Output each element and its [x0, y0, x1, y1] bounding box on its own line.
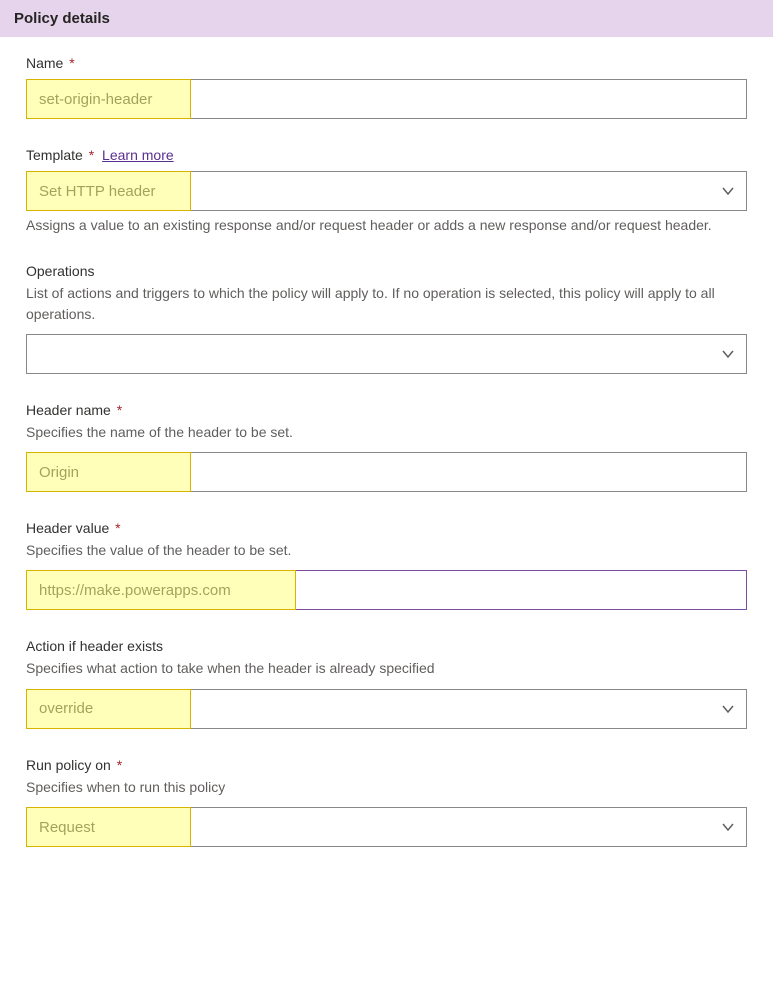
header-value-help: Specifies the value of the header to be …	[26, 540, 747, 560]
required-star: *	[69, 55, 74, 71]
action-if-exists-label: Action if header exists	[26, 638, 747, 654]
required-star: *	[117, 757, 122, 773]
header-name-help: Specifies the name of the header to be s…	[26, 422, 747, 442]
field-action-if-exists: Action if header exists Specifies what a…	[26, 638, 747, 728]
learn-more-link[interactable]: Learn more	[102, 147, 174, 163]
action-if-exists-help: Specifies what action to take when the h…	[26, 658, 747, 678]
form-body: Name * Template * Learn more Assigns a v…	[0, 37, 773, 877]
required-star: *	[117, 402, 122, 418]
operations-help: List of actions and triggers to which th…	[26, 283, 747, 324]
header-value-label: Header value *	[26, 520, 747, 536]
field-operations: Operations List of actions and triggers …	[26, 263, 747, 374]
run-policy-on-select[interactable]	[26, 807, 747, 847]
name-input[interactable]	[26, 79, 747, 119]
operations-select[interactable]	[26, 334, 747, 374]
section-title: Policy details	[14, 10, 110, 27]
operations-label: Operations	[26, 263, 747, 279]
field-header-name: Header name * Specifies the name of the …	[26, 402, 747, 492]
header-name-label: Header name *	[26, 402, 747, 418]
header-value-input[interactable]	[26, 570, 747, 610]
header-name-input[interactable]	[26, 452, 747, 492]
field-header-value: Header value * Specifies the value of th…	[26, 520, 747, 610]
action-if-exists-select[interactable]	[26, 689, 747, 729]
required-star: *	[89, 147, 94, 163]
template-select[interactable]	[26, 171, 747, 211]
field-template: Template * Learn more Assigns a value to…	[26, 147, 747, 235]
run-policy-on-label: Run policy on *	[26, 757, 747, 773]
run-policy-on-help: Specifies when to run this policy	[26, 777, 747, 797]
template-label: Template * Learn more	[26, 147, 747, 163]
section-header: Policy details	[0, 0, 773, 37]
template-help: Assigns a value to an existing response …	[26, 215, 747, 235]
name-label: Name *	[26, 55, 747, 71]
field-run-policy-on: Run policy on * Specifies when to run th…	[26, 757, 747, 847]
required-star: *	[115, 520, 120, 536]
field-name: Name *	[26, 55, 747, 119]
